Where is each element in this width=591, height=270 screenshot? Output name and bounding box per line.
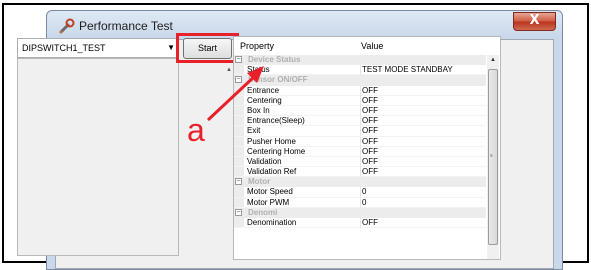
annotation-arrow <box>206 66 264 122</box>
annotation-label: a <box>187 112 205 148</box>
